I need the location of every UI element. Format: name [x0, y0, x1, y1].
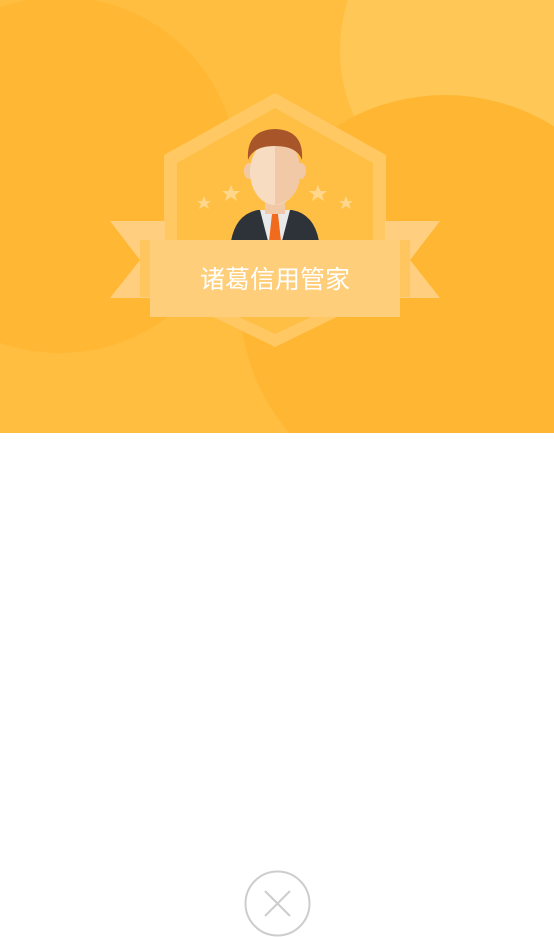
- close-button[interactable]: [244, 870, 311, 937]
- banner-title: 诸葛信用管家: [199, 265, 350, 294]
- hero-background: [0, 0, 554, 433]
- hero-banner: 诸葛信用管家: [0, 0, 554, 433]
- content-area: [0, 433, 554, 937]
- close-icon: [244, 870, 311, 937]
